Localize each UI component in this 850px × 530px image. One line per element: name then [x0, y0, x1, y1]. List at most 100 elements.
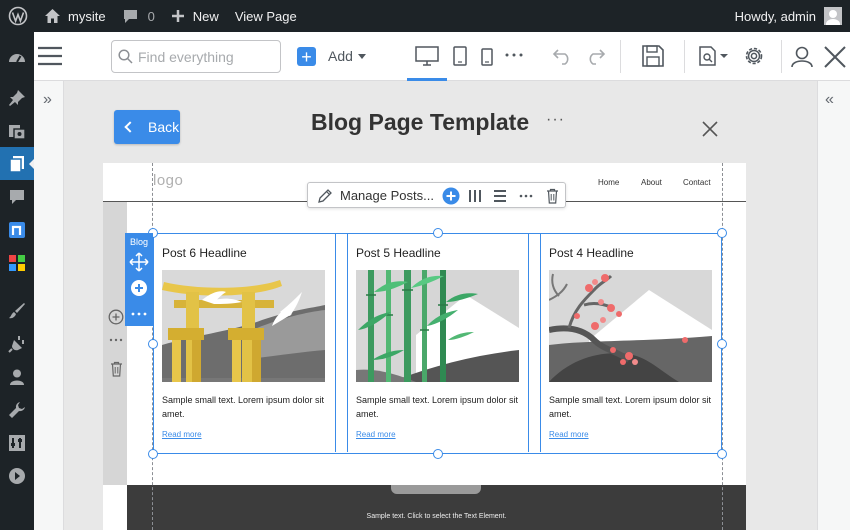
- search-icon: [118, 49, 133, 64]
- post-image-bamboo[interactable]: [356, 270, 519, 382]
- add-menu[interactable]: Add: [328, 48, 366, 64]
- add-row-icon[interactable]: [108, 309, 124, 325]
- edit-pencil-icon[interactable]: [316, 187, 334, 205]
- element-more-icon[interactable]: [131, 312, 147, 316]
- home-icon: [45, 9, 60, 23]
- chevron-double-left-icon: «: [825, 91, 834, 108]
- footer-handle[interactable]: [391, 485, 481, 494]
- manage-posts-toolbar: Manage Posts...: [307, 182, 566, 208]
- comments-menu-icon[interactable]: [0, 180, 34, 213]
- post-excerpt[interactable]: Sample small text. Lorem ipsum dolor sit…: [549, 393, 719, 421]
- new-label: New: [192, 8, 219, 24]
- preview-page-icon[interactable]: [698, 45, 732, 67]
- post-image-torii[interactable]: [162, 270, 325, 382]
- add-element-icon[interactable]: [130, 279, 148, 297]
- hamburger-menu-icon[interactable]: [38, 45, 62, 67]
- template-title: Blog Page Template: [311, 109, 530, 135]
- blog-post-card[interactable]: Post 6 Headline Sample small text. Lorem…: [154, 234, 336, 452]
- post-excerpt[interactable]: Sample small text. Lorem ipsum dolor sit…: [356, 393, 526, 421]
- site-name-link[interactable]: mysite: [36, 0, 114, 32]
- save-icon[interactable]: [641, 44, 665, 68]
- template-more-icon[interactable]: ···: [546, 111, 565, 129]
- gear-icon[interactable]: [741, 43, 767, 69]
- redo-icon[interactable]: [583, 45, 607, 67]
- add-label: Add: [328, 48, 353, 64]
- site-name: mysite: [68, 8, 106, 24]
- pages-icon[interactable]: [0, 147, 35, 180]
- blog-post-card[interactable]: Post 4 Headline Sample small text. Lorem…: [540, 234, 722, 452]
- close-icon[interactable]: [702, 121, 718, 137]
- dashboard-icon[interactable]: [0, 42, 34, 75]
- avatar: [824, 7, 842, 25]
- appearance-icon[interactable]: [0, 294, 34, 327]
- footer-text[interactable]: Sample text. Click to select the Text El…: [127, 513, 746, 520]
- read-more-link[interactable]: Read more: [549, 430, 589, 439]
- more-options-icon[interactable]: [518, 188, 534, 204]
- view-page-link[interactable]: View Page: [227, 0, 305, 32]
- settings-icon[interactable]: [0, 426, 34, 459]
- resize-handle-top-right[interactable]: [717, 228, 727, 238]
- comments-link[interactable]: 0: [114, 0, 163, 32]
- nav-home[interactable]: Home: [598, 178, 619, 187]
- pin-posts-icon[interactable]: [0, 81, 34, 114]
- post-headline[interactable]: Post 4 Headline: [549, 246, 634, 260]
- list-layout-icon[interactable]: [492, 188, 508, 204]
- columns-layout-icon[interactable]: [467, 188, 483, 204]
- users-icon[interactable]: [0, 360, 34, 393]
- resize-handle-bottom[interactable]: [433, 449, 443, 459]
- desktop-view-icon[interactable]: [414, 45, 440, 67]
- post-image-blossom[interactable]: [549, 270, 712, 382]
- collapse-menu-icon[interactable]: [0, 459, 34, 492]
- plugins-icon[interactable]: [0, 327, 34, 360]
- close-builder-icon[interactable]: [822, 44, 848, 70]
- resize-handle-right[interactable]: [717, 339, 727, 349]
- search-input[interactable]: [138, 48, 278, 65]
- admin-bar: mysite 0 New View Page Howdy, admin: [0, 0, 850, 32]
- builder-n-icon[interactable]: [0, 213, 34, 246]
- wordpress-logo-icon[interactable]: [0, 0, 36, 32]
- back-label: Back: [148, 119, 180, 135]
- read-more-link[interactable]: Read more: [162, 430, 202, 439]
- undo-icon[interactable]: [551, 45, 575, 67]
- add-post-icon[interactable]: [442, 187, 460, 205]
- right-panel-toggle[interactable]: «: [817, 81, 850, 530]
- account-menu[interactable]: Howdy, admin: [727, 0, 850, 32]
- apps-grid-icon[interactable]: [0, 246, 34, 279]
- left-panel-toggle[interactable]: »: [34, 81, 64, 530]
- nav-about[interactable]: About: [641, 178, 662, 187]
- blog-element[interactable]: Post 6 Headline Sample small text. Lorem…: [153, 233, 722, 454]
- chevron-double-right-icon: »: [43, 91, 52, 108]
- new-content-link[interactable]: New: [163, 0, 227, 32]
- post-excerpt[interactable]: Sample small text. Lorem ipsum dolor sit…: [162, 393, 332, 421]
- move-icon[interactable]: [129, 252, 149, 272]
- header-logo[interactable]: logo: [153, 172, 183, 189]
- user-icon[interactable]: [790, 45, 814, 69]
- search-box[interactable]: [111, 40, 281, 73]
- toolbar-divider: [684, 40, 685, 73]
- delete-row-icon[interactable]: [110, 361, 123, 377]
- blog-element-tab[interactable]: Blog: [125, 233, 153, 326]
- read-more-link[interactable]: Read more: [356, 430, 396, 439]
- toolbar-divider: [620, 40, 621, 73]
- post-headline[interactable]: Post 6 Headline: [162, 246, 247, 260]
- back-button[interactable]: Back: [114, 110, 180, 144]
- manage-posts-button[interactable]: Manage Posts...: [340, 188, 434, 203]
- blog-post-card[interactable]: Post 5 Headline Sample small text. Lorem…: [347, 234, 529, 452]
- media-icon[interactable]: [0, 114, 34, 147]
- resize-handle-bottom-right[interactable]: [717, 449, 727, 459]
- post-headline[interactable]: Post 5 Headline: [356, 246, 441, 260]
- resize-handle-top[interactable]: [433, 228, 443, 238]
- caret-down-icon: [357, 53, 366, 59]
- plus-icon: [171, 10, 184, 22]
- resize-handle-left[interactable]: [148, 339, 158, 349]
- trash-icon[interactable]: [544, 187, 560, 205]
- resize-handle-bottom-left[interactable]: [148, 449, 158, 459]
- mobile-view-icon[interactable]: [480, 47, 494, 67]
- tablet-view-icon[interactable]: [452, 45, 468, 67]
- row-more-icon[interactable]: [109, 338, 123, 342]
- nav-contact[interactable]: Contact: [683, 178, 711, 187]
- add-button[interactable]: +: [297, 47, 316, 66]
- more-views-icon[interactable]: [504, 48, 524, 62]
- editor-canvas: Back Blog Page Template ··· logo Home Ab…: [64, 81, 817, 530]
- tools-icon[interactable]: [0, 393, 34, 426]
